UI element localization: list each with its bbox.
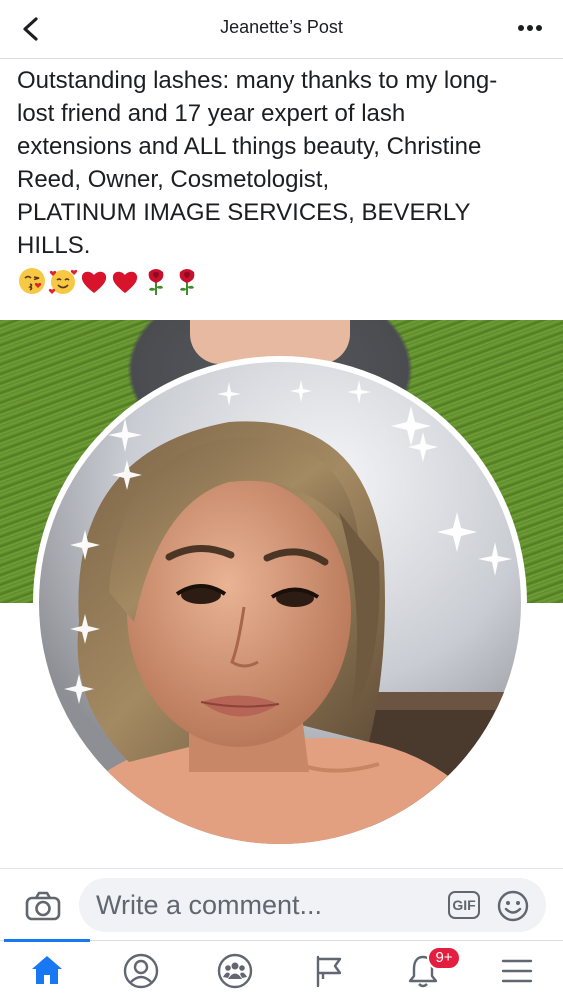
post-text-line: PLATINUM IMAGE SERVICES, BEVERLY: [17, 199, 471, 226]
more-options-button[interactable]: [515, 14, 545, 44]
tab-groups[interactable]: [188, 941, 282, 1001]
tab-pages[interactable]: [282, 941, 376, 1001]
flag-icon: [316, 955, 342, 988]
red-heart-icon: [81, 271, 107, 293]
more-dots-icon: [518, 25, 542, 31]
gif-button[interactable]: GIF: [448, 891, 480, 919]
top-bar: Jeanette’s Post: [0, 0, 563, 59]
groups-icon: [217, 953, 253, 989]
post-text: Outstanding lashes: many thanks to my lo…: [17, 64, 552, 262]
portrait-image: [39, 362, 521, 844]
smiley-icon: [497, 890, 529, 922]
post-text-line: Outstanding lashes: many thanks to my lo…: [17, 67, 498, 94]
tab-profile[interactable]: [94, 941, 188, 1001]
comment-bar: GIF: [0, 868, 563, 941]
post-text-line: Reed, Owner, Cosmetologist,: [17, 166, 330, 193]
smiling-face-with-hearts-icon: [48, 269, 78, 294]
profile-icon: [123, 953, 159, 989]
rose-icon: [148, 269, 164, 295]
post-text-line: extensions and ALL things beauty, Christ…: [17, 133, 482, 160]
camera-button[interactable]: [24, 889, 62, 923]
post-text-line: lost friend and 17 year expert of lash: [17, 100, 406, 127]
rose-icon: [179, 269, 195, 295]
home-icon: [32, 956, 62, 984]
tab-home[interactable]: [0, 941, 94, 1001]
red-heart-icon: [112, 271, 138, 293]
bottom-tab-bar: [0, 939, 563, 1001]
notification-count-badge: 9+: [427, 946, 461, 970]
emoji-row: [17, 266, 202, 296]
tab-menu[interactable]: [470, 941, 563, 1001]
profile-photo[interactable]: [39, 362, 521, 844]
page-title: Jeanette’s Post: [220, 17, 343, 37]
post-text-line: HILLS.: [17, 232, 91, 259]
face-blowing-kiss-icon: [19, 268, 45, 294]
camera-icon: [25, 891, 61, 921]
emoji-button[interactable]: [496, 889, 530, 923]
hamburger-menu-icon: [501, 959, 533, 983]
